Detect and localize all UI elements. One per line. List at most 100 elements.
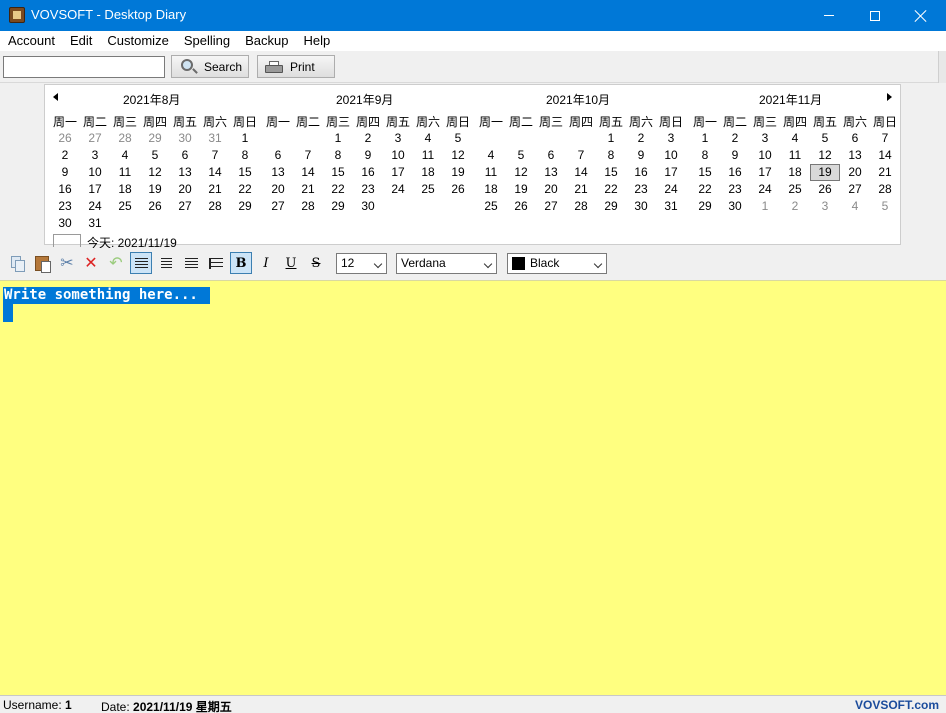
- calendar-day[interactable]: 3: [750, 130, 780, 147]
- calendar-day[interactable]: 20: [263, 181, 293, 198]
- calendar-day[interactable]: 2: [50, 147, 80, 164]
- menu-customize[interactable]: Customize: [99, 31, 175, 51]
- calendar-day[interactable]: 14: [200, 164, 230, 181]
- maximize-button[interactable]: [852, 0, 898, 31]
- month-title[interactable]: 2021年10月: [546, 91, 610, 108]
- calendar-day[interactable]: 12: [506, 164, 536, 181]
- calendar-day[interactable]: 24: [383, 181, 413, 198]
- calendar-day[interactable]: 18: [413, 164, 443, 181]
- calendar-day[interactable]: 24: [80, 198, 110, 215]
- font-name-select[interactable]: Verdana: [396, 253, 497, 274]
- calendar-day[interactable]: 20: [840, 164, 870, 181]
- calendar-day[interactable]: 13: [170, 164, 200, 181]
- calendar-day[interactable]: 3: [80, 147, 110, 164]
- calendar-day[interactable]: 20: [536, 181, 566, 198]
- calendar-day[interactable]: 12: [140, 164, 170, 181]
- selected-day[interactable]: 19: [810, 164, 840, 181]
- calendar-day[interactable]: 24: [750, 181, 780, 198]
- calendar-day[interactable]: 15: [323, 164, 353, 181]
- calendar-day[interactable]: 26: [50, 130, 80, 147]
- calendar-day[interactable]: 6: [840, 130, 870, 147]
- calendar-day[interactable]: 20: [170, 181, 200, 198]
- calendar-day[interactable]: 11: [110, 164, 140, 181]
- calendar-day[interactable]: 14: [870, 147, 900, 164]
- calendar-day[interactable]: 2: [720, 130, 750, 147]
- calendar-day[interactable]: 12: [810, 147, 840, 164]
- month-title[interactable]: 2021年11月: [759, 91, 822, 108]
- calendar-day[interactable]: 10: [750, 147, 780, 164]
- month-calendar[interactable]: 2021年8月 周一 周二 周三 周四 周五 周六 周日 26 27 28 29 30 31 1 2 3 4 5 6 7…: [44, 84, 901, 250]
- calendar-day[interactable]: 31: [200, 130, 230, 147]
- italic-button[interactable]: I: [255, 252, 277, 274]
- month-title[interactable]: 2021年8月: [123, 91, 180, 108]
- calendar-day[interactable]: 29: [140, 130, 170, 147]
- calendar-day[interactable]: 29: [230, 198, 260, 215]
- calendar-day[interactable]: 30: [170, 130, 200, 147]
- calendar-day[interactable]: 29: [690, 198, 720, 215]
- calendar-day[interactable]: 28: [870, 181, 900, 198]
- calendar-day[interactable]: 21: [200, 181, 230, 198]
- strikethrough-button[interactable]: S: [305, 252, 327, 274]
- calendar-day[interactable]: 27: [80, 130, 110, 147]
- calendar-day[interactable]: 1: [750, 198, 780, 215]
- cut-button[interactable]: ✂: [56, 252, 78, 274]
- calendar-day[interactable]: 10: [80, 164, 110, 181]
- calendar-day[interactable]: 13: [840, 147, 870, 164]
- month-title[interactable]: 2021年9月: [336, 91, 393, 108]
- calendar-day[interactable]: 15: [596, 164, 626, 181]
- calendar-day[interactable]: 21: [293, 181, 323, 198]
- calendar-day[interactable]: 2: [780, 198, 810, 215]
- calendar-day[interactable]: 24: [656, 181, 686, 198]
- calendar-day[interactable]: 6: [263, 147, 293, 164]
- calendar-day[interactable]: 27: [536, 198, 566, 215]
- calendar-day[interactable]: 7: [293, 147, 323, 164]
- calendar-day[interactable]: 23: [720, 181, 750, 198]
- search-button[interactable]: Search: [171, 55, 249, 78]
- calendar-day[interactable]: 5: [810, 130, 840, 147]
- calendar-day[interactable]: 1: [596, 130, 626, 147]
- calendar-day[interactable]: 1: [690, 130, 720, 147]
- calendar-day[interactable]: 17: [80, 181, 110, 198]
- calendar-day[interactable]: 9: [626, 147, 656, 164]
- font-color-select[interactable]: Black: [507, 253, 607, 274]
- calendar-day[interactable]: 18: [780, 164, 810, 181]
- calendar-day[interactable]: 22: [690, 181, 720, 198]
- calendar-day[interactable]: 26: [140, 198, 170, 215]
- underline-button[interactable]: U: [280, 252, 302, 274]
- calendar-day[interactable]: 4: [476, 147, 506, 164]
- calendar-day[interactable]: 26: [506, 198, 536, 215]
- calendar-day[interactable]: 15: [230, 164, 260, 181]
- font-size-select[interactable]: 12: [336, 253, 387, 274]
- calendar-day[interactable]: 8: [230, 147, 260, 164]
- calendar-day[interactable]: 21: [870, 164, 900, 181]
- calendar-day[interactable]: 19: [506, 181, 536, 198]
- calendar-day[interactable]: 2: [353, 130, 383, 147]
- calendar-day[interactable]: 4: [840, 198, 870, 215]
- calendar-day[interactable]: 18: [110, 181, 140, 198]
- calendar-day[interactable]: 13: [263, 164, 293, 181]
- calendar-day[interactable]: 4: [110, 147, 140, 164]
- calendar-day[interactable]: 19: [443, 164, 473, 181]
- calendar-day[interactable]: 23: [50, 198, 80, 215]
- calendar-day[interactable]: 27: [263, 198, 293, 215]
- calendar-day[interactable]: 8: [596, 147, 626, 164]
- calendar-day[interactable]: 15: [690, 164, 720, 181]
- calendar-day[interactable]: 17: [750, 164, 780, 181]
- calendar-day[interactable]: 1: [230, 130, 260, 147]
- menu-help[interactable]: Help: [295, 31, 337, 51]
- calendar-day[interactable]: 28: [566, 198, 596, 215]
- calendar-day[interactable]: 7: [566, 147, 596, 164]
- calendar-day[interactable]: 3: [383, 130, 413, 147]
- calendar-day[interactable]: 5: [506, 147, 536, 164]
- calendar-day[interactable]: 29: [323, 198, 353, 215]
- calendar-day[interactable]: 7: [200, 147, 230, 164]
- calendar-day[interactable]: 5: [443, 130, 473, 147]
- menu-edit[interactable]: Edit: [62, 31, 99, 51]
- copy-button[interactable]: [6, 252, 28, 274]
- menu-backup[interactable]: Backup: [237, 31, 295, 51]
- calendar-day[interactable]: 2: [626, 130, 656, 147]
- menu-account[interactable]: Account: [0, 31, 62, 51]
- calendar-day[interactable]: 26: [443, 181, 473, 198]
- vovsoft-link[interactable]: VOVSOFT.com: [855, 698, 939, 712]
- calendar-day[interactable]: 13: [536, 164, 566, 181]
